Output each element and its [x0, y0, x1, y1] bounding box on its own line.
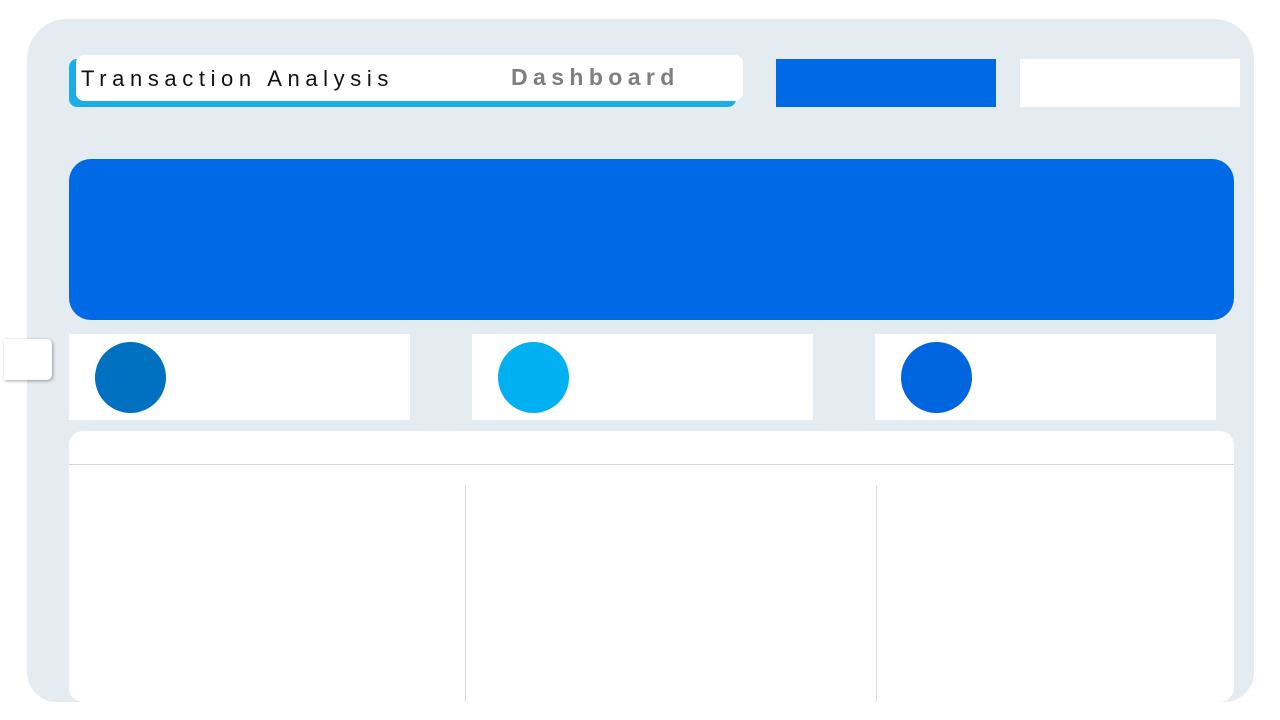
kpi-card-3: [875, 334, 1216, 420]
circle-indicator-icon: [498, 342, 569, 413]
page-title-accent: Dashboard: [511, 64, 680, 90]
header-primary-button[interactable]: [776, 59, 996, 107]
circle-indicator-icon: [95, 342, 166, 413]
circle-indicator-icon: [901, 342, 972, 413]
kpi-card-2: [472, 334, 813, 420]
kpi-card-1: [69, 334, 410, 420]
transaction-table-panel: [69, 431, 1234, 702]
page-title: Transaction Analysis: [81, 66, 394, 91]
column-divider: [876, 486, 877, 702]
summary-banner: [69, 159, 1234, 320]
header-secondary-button[interactable]: [1020, 59, 1240, 107]
table-header: [69, 431, 1234, 465]
side-panel-tab[interactable]: [4, 339, 52, 380]
column-divider: [465, 486, 466, 702]
